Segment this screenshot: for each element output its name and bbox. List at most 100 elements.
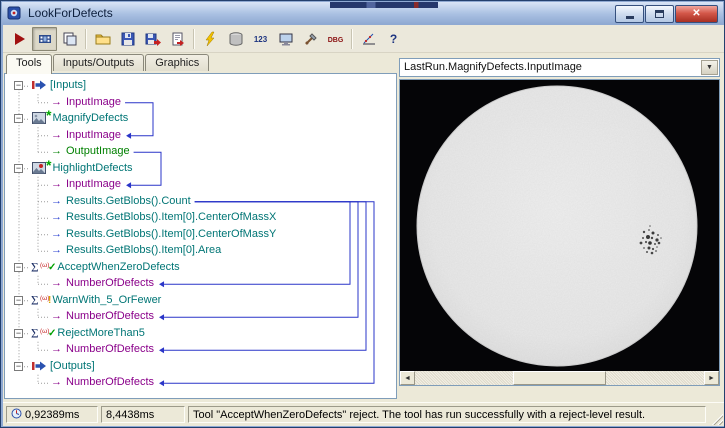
toolbar-separator	[193, 28, 195, 49]
job-window: LookForDefects 123 DBG? ToolsInputs/Outpu…	[0, 0, 725, 428]
page-arrow-icon	[170, 31, 186, 47]
tree-label: Results.GetBlobs().Item[0].CenterOfMassY	[66, 227, 277, 240]
expand-toggle[interactable]	[14, 328, 23, 338]
tree-terminal-results-getblobs-count[interactable]: → Results.GetBlobs().Count	[5, 193, 396, 210]
statusbar-time-cell-2: 8,4438ms	[101, 406, 185, 423]
tree-label: InputImage	[66, 178, 122, 190]
tree-label: RejectMoreThan5	[57, 326, 145, 339]
display-selector-value: LastRun.MagnifyDefects.InputImage	[404, 61, 582, 73]
tree-tool-rejectmorethan5[interactable]: Σ(ω)✓RejectMoreThan5	[5, 325, 396, 342]
close-button[interactable]	[675, 5, 718, 23]
floppy-icon	[120, 31, 136, 47]
tree-tool-outputs[interactable]: [Outputs]	[5, 358, 396, 375]
terminal-arrow-icon: →	[51, 244, 62, 256]
tool-tree[interactable]: [Inputs]→InputImage*MagnifyDefects→Input…	[4, 73, 397, 399]
tree-label: [Outputs]	[50, 359, 95, 372]
scroll-left-button[interactable]	[400, 371, 415, 385]
window-title: LookForDefects	[28, 6, 113, 20]
help-button[interactable]: ?	[381, 27, 406, 51]
database-icon	[228, 31, 244, 47]
numeric-results-button[interactable]: 123	[248, 27, 273, 51]
open-button[interactable]	[90, 27, 115, 51]
tree-tool-acceptwhenzerodefects[interactable]: Σ(ω)✓AcceptWhenZeroDefects	[5, 259, 396, 276]
tree-label: [Inputs]	[50, 79, 87, 91]
tree-terminal-numberofdefects[interactable]: → NumberOfDefects	[5, 275, 396, 292]
horizontal-scrollbar[interactable]	[400, 371, 719, 385]
run-button[interactable]	[7, 27, 32, 51]
status-badge-warn: !	[48, 294, 52, 306]
tree-label: Results.GetBlobs().Count	[66, 194, 191, 207]
tree-tool-magnifydefects[interactable]: *MagnifyDefects	[5, 107, 396, 127]
expand-toggle[interactable]	[14, 163, 23, 173]
tab-graphics[interactable]: Graphics	[145, 54, 210, 71]
toolbar-separator	[351, 28, 353, 49]
folder-icon	[95, 31, 111, 47]
reset-button[interactable]	[198, 27, 223, 51]
image-display[interactable]	[399, 79, 720, 386]
expand-toggle[interactable]	[14, 81, 23, 90]
tree-terminal-results-getblobs-item-0-centerofmassy[interactable]: → Results.GetBlobs().Item[0].CenterOfMass…	[5, 226, 396, 243]
tree-tool-warnwith-5-orfewer[interactable]: Σ(ω)!WarnWith_5_OrFewer	[5, 292, 396, 309]
tool-options-button[interactable]	[298, 27, 323, 51]
dropdown-arrow-button[interactable]	[701, 60, 718, 75]
tree-label: InputImage	[66, 95, 122, 108]
database-button[interactable]	[223, 27, 248, 51]
display-button[interactable]	[273, 27, 298, 51]
expand-toggle[interactable]	[14, 262, 23, 272]
tab-tools[interactable]: Tools	[6, 54, 52, 74]
export-button[interactable]	[165, 27, 190, 51]
tree-terminal-results-getblobs-item-0-area[interactable]: → Results.GetBlobs().Item[0].Area	[5, 242, 396, 259]
tree-tool-highlightdefects[interactable]: *HighlightDefects	[5, 157, 396, 177]
statusbar-message: Tool "AcceptWhenZeroDefects" reject. The…	[193, 408, 646, 421]
tree-terminal-numberofdefects[interactable]: → NumberOfDefects	[5, 341, 396, 358]
tab-inputs-outputs[interactable]: Inputs/Outputs	[52, 54, 145, 71]
profiler-button[interactable]	[356, 27, 381, 51]
maximize-button[interactable]	[645, 5, 674, 23]
save-button[interactable]	[115, 27, 140, 51]
debug-button[interactable]: DBG	[323, 27, 348, 51]
terminal-arrow-icon: →	[51, 145, 62, 157]
expand-toggle[interactable]	[14, 114, 23, 123]
continuous-run-button[interactable]	[32, 26, 57, 51]
lightning-icon	[203, 31, 219, 47]
tree-terminal-results-getblobs-item-0-centerofmassx[interactable]: → Results.GetBlobs().Item[0].CenterOfMass…	[5, 209, 396, 226]
tree-terminal-numberofdefects[interactable]: → NumberOfDefects	[5, 308, 396, 325]
tree-terminal-inputimage[interactable]: → InputImage	[5, 127, 396, 144]
tree-label: WarnWith_5_OrFewer	[52, 293, 162, 306]
status-badge-check: ✓	[48, 261, 57, 273]
tree-label: NumberOfDefects	[66, 310, 155, 322]
tree-terminal-outputimage[interactable]: → OutputImage	[5, 143, 396, 160]
tree-terminal-inputimage[interactable]: → InputImage	[5, 94, 396, 111]
sigma-icon: Σ (ω)	[31, 259, 49, 275]
minimize-button[interactable]	[615, 5, 644, 23]
expand-toggle[interactable]	[14, 361, 23, 371]
titlebar[interactable]: LookForDefects	[2, 2, 723, 24]
timer-icon	[11, 408, 22, 422]
app-icon	[7, 5, 23, 21]
resize-grip[interactable]	[710, 412, 723, 425]
image-tool-icon	[31, 110, 47, 126]
tree-label: NumberOfDefects	[66, 277, 155, 289]
save-as-button[interactable]	[140, 27, 165, 51]
terminal-arrow-icon: →	[51, 178, 62, 190]
scroll-right-button[interactable]	[704, 371, 719, 385]
blob-tool-icon	[31, 160, 47, 176]
background-window-artifact	[330, 2, 438, 8]
play-icon	[12, 31, 28, 47]
sigma-icon: Σ (ω)	[31, 325, 49, 341]
scrollbar-track[interactable]	[415, 371, 704, 385]
status-badge-check: ✓	[48, 327, 57, 339]
floppy-arrow-icon	[145, 31, 161, 47]
display-selector-combobox[interactable]: LastRun.MagnifyDefects.InputImage	[399, 58, 720, 77]
toolbar: 123 DBG?	[3, 25, 724, 53]
scrollbar-thumb[interactable]	[513, 371, 606, 385]
expand-toggle[interactable]	[14, 295, 23, 305]
tree-terminal-inputimage[interactable]: → InputImage	[5, 176, 396, 193]
tree-terminal-numberofdefects[interactable]: → NumberOfDefects	[5, 374, 396, 391]
terminal-arrow-icon: →	[51, 211, 62, 223]
svg-text:Σ: Σ	[31, 292, 39, 307]
tree-label: Results.GetBlobs().Item[0].Area	[66, 244, 222, 256]
toolbar-separator	[85, 28, 87, 49]
tree-tool-inputs[interactable]: [Inputs]	[5, 77, 396, 94]
new-view-button[interactable]	[57, 27, 82, 51]
